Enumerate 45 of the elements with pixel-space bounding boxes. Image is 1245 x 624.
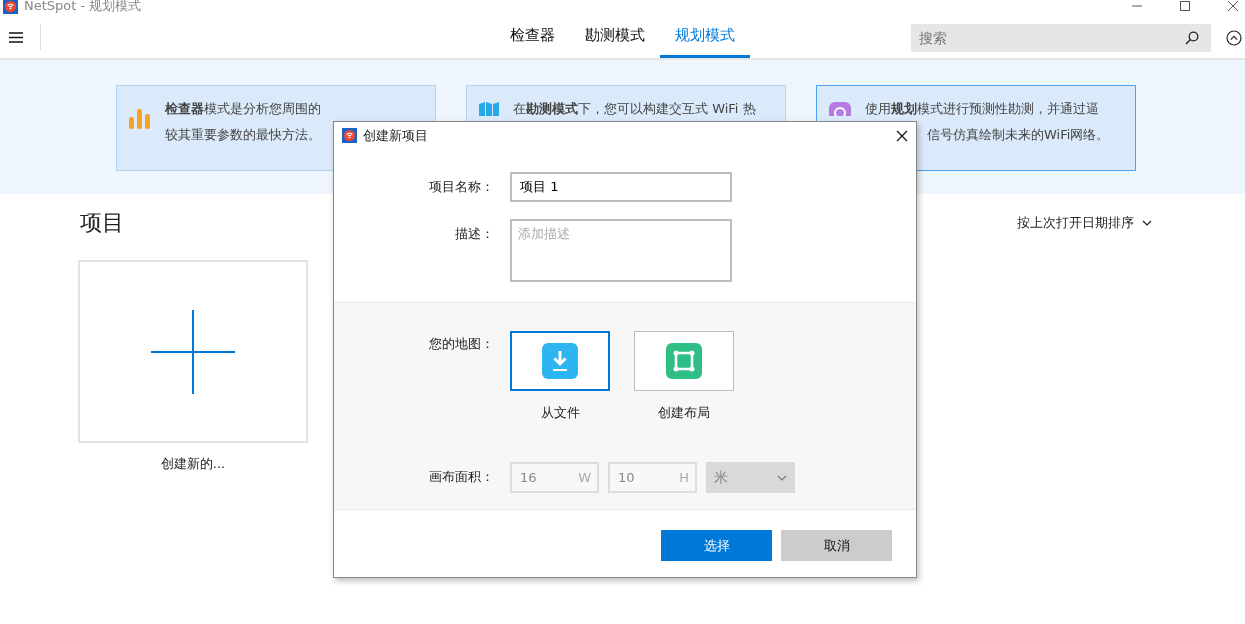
planning-icon [829, 102, 851, 116]
maximize-icon[interactable] [1179, 0, 1191, 12]
window-title: NetSpot - 规划模式 [24, 0, 142, 15]
plus-icon [151, 309, 235, 394]
section-heading: 项目 [80, 209, 124, 237]
download-icon [542, 343, 578, 379]
bar-chart-icon [129, 109, 151, 129]
close-icon[interactable] [1227, 0, 1239, 12]
height-value: 10 [618, 470, 635, 485]
description-field[interactable]: 添加描述 [510, 219, 732, 282]
mode-description: 检查器模式是分析您周围的 [165, 101, 321, 116]
tile-label: 创建新的... [160, 455, 226, 473]
mode-tab[interactable]: 勘测模式 [570, 16, 660, 58]
search-field[interactable]: 搜索 [911, 24, 1211, 52]
unit-label: W [578, 470, 591, 485]
layout-icon [666, 343, 702, 379]
search-icon[interactable] [1185, 31, 1199, 45]
field-label: 描述： [454, 225, 495, 243]
new-project-tile[interactable] [78, 260, 308, 443]
mode-description: 信号仿真绘制未来的WiFi网络。 [927, 127, 1110, 142]
sort-dropdown[interactable]: 按上次打开日期排序 [1011, 213, 1158, 233]
select-button[interactable]: 选择 [661, 530, 772, 561]
mode-description: 使用规划模式进行预测性勘测，并通过逼 [865, 101, 1099, 116]
menu-icon[interactable] [9, 31, 23, 43]
chevron-down-icon [1142, 220, 1152, 226]
map-icon [479, 102, 499, 116]
map-source-label: 创建布局 [658, 404, 710, 422]
close-icon[interactable] [896, 129, 908, 142]
collapse-icon[interactable] [1226, 30, 1242, 46]
dialog-title: 创建新项目 [363, 126, 428, 145]
width-value: 16 [520, 470, 537, 485]
mode-description: 较其重要参数的最快方法。 [165, 127, 321, 142]
map-source-tile[interactable] [634, 331, 734, 391]
map-source-tile[interactable] [510, 331, 610, 391]
field-label: 画布面积： [428, 468, 495, 486]
mode-tab[interactable]: 检查器 [495, 16, 570, 58]
name-field[interactable]: 项目 1 [510, 172, 732, 202]
field-label: 项目名称： [428, 178, 495, 196]
cancel-button[interactable]: 取消 [781, 530, 892, 561]
app-logo-icon [342, 128, 357, 143]
field-label: 您的地图： [428, 335, 495, 353]
unit-label: H [679, 470, 689, 485]
map-source-label: 从文件 [540, 404, 580, 422]
chevron-down-icon [777, 474, 787, 481]
mode-description: 在勘测模式下，您可以构建交互式 WiFi 热 [513, 101, 756, 116]
